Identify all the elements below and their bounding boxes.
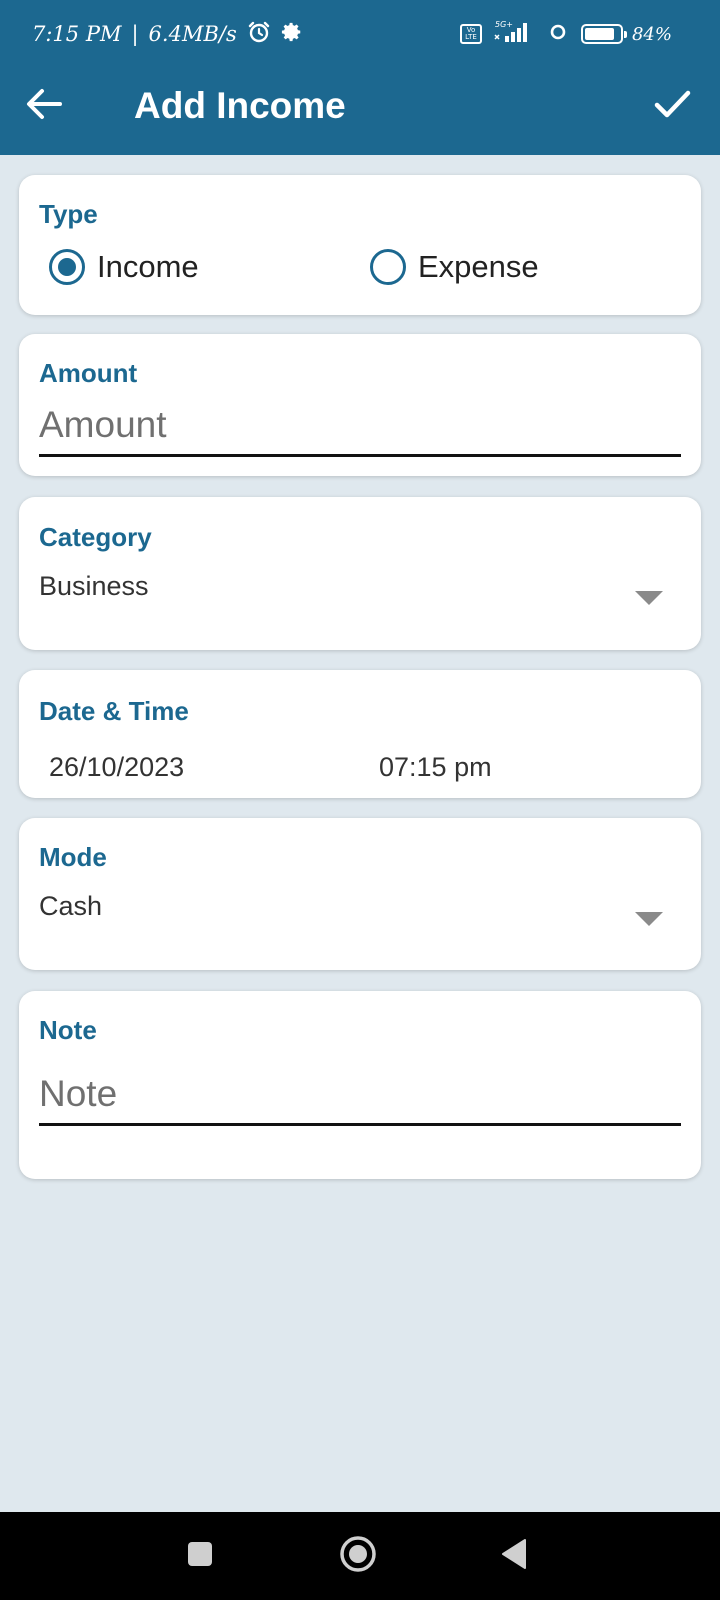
radio-income[interactable]: Income: [49, 245, 199, 289]
status-time: 7:15 PM: [32, 22, 122, 46]
status-left: 7:15 PM | 6.4MB/s: [32, 20, 303, 48]
volte-icon: Vo LTE: [459, 24, 482, 44]
date-value[interactable]: 26/10/2023: [49, 752, 184, 783]
status-bar: 7:15 PM | 6.4MB/s Vo LTE 5G+ 84%: [0, 0, 720, 66]
radio-income-label: Income: [97, 249, 199, 284]
battery-percent: 84%: [631, 23, 672, 45]
system-nav-bar: [0, 1512, 720, 1600]
page-title: Add Income: [134, 85, 346, 126]
category-value: Business: [39, 571, 149, 601]
check-icon: [652, 84, 692, 129]
recents-button[interactable]: [174, 1530, 226, 1582]
dropdown-arrow-icon: [635, 591, 663, 605]
network-speed: 6.4MB/s: [148, 22, 237, 46]
home-circle-icon: [339, 1535, 377, 1578]
battery-icon: [580, 24, 627, 44]
settings-gear-icon: [281, 21, 303, 48]
battery-level-fill: [584, 28, 614, 40]
header: 7:15 PM | 6.4MB/s Vo LTE 5G+ 84% Add Inc…: [0, 0, 720, 155]
hotspot-icon: [544, 20, 572, 49]
save-button[interactable]: [646, 82, 698, 130]
radio-expense-circle[interactable]: [370, 249, 406, 285]
mode-dropdown[interactable]: [19, 818, 701, 970]
category-label: Category: [39, 522, 152, 552]
type-label: Type: [39, 199, 98, 229]
datetime-label: Date & Time: [39, 696, 189, 726]
datetime-card: Date & Time 26/10/2023 07:15 pm: [19, 670, 701, 798]
type-card: Type Income Expense: [19, 175, 701, 315]
amount-card: Amount: [19, 334, 701, 476]
category-card: Category Business: [19, 497, 701, 650]
back-button[interactable]: [20, 82, 68, 130]
note-label: Note: [39, 1015, 97, 1045]
radio-expense[interactable]: Expense: [370, 245, 539, 289]
time-value[interactable]: 07:15 pm: [379, 752, 492, 783]
recents-square-icon: [186, 1540, 214, 1573]
amount-label: Amount: [39, 358, 138, 388]
system-back-button[interactable]: [488, 1530, 540, 1582]
5g-signal-icon: 5G+: [491, 19, 535, 50]
back-triangle-icon: [499, 1538, 529, 1575]
status-separator: |: [131, 22, 139, 46]
amount-input[interactable]: [39, 404, 681, 457]
radio-expense-label: Expense: [418, 249, 539, 284]
status-right: Vo LTE 5G+ 84%: [459, 19, 672, 50]
mode-value: Cash: [39, 891, 103, 921]
arrow-left-icon: [24, 84, 64, 129]
dropdown-arrow-icon: [635, 912, 663, 926]
alarm-icon: [247, 20, 271, 49]
radio-income-circle[interactable]: [49, 249, 85, 285]
note-input[interactable]: [39, 1073, 681, 1126]
mode-card: Mode Cash: [19, 818, 701, 970]
home-button[interactable]: [332, 1530, 384, 1582]
radio-selected-dot: [58, 258, 76, 276]
app-bar: Add Income: [0, 66, 720, 155]
network-label: 5G+: [495, 20, 513, 29]
mode-label: Mode: [39, 842, 107, 872]
note-card: Note: [19, 991, 701, 1179]
